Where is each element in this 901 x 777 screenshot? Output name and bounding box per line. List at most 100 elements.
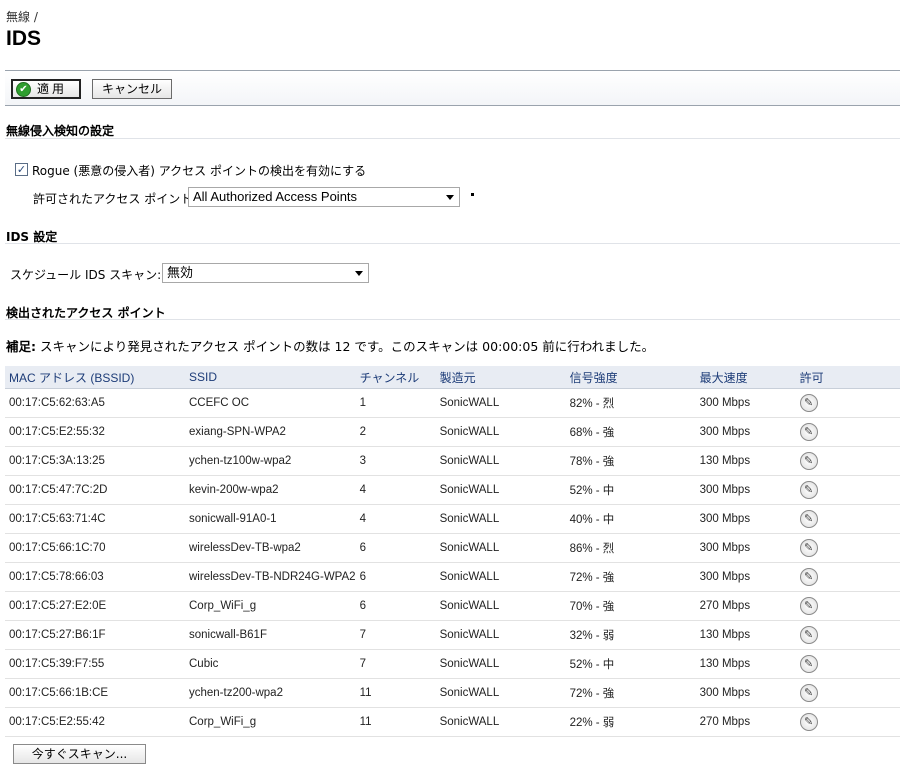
table-row: 00:17:C5:66:1C:70 wirelessDev-TB-wpa2 6 … <box>5 533 900 563</box>
cell-ssid: CCEFC OC <box>185 388 356 418</box>
header-channel[interactable]: チャンネル <box>355 366 436 389</box>
cell-channel: 6 <box>355 591 436 621</box>
cell-mac: 00:17:C5:47:7C:2D <box>5 475 185 505</box>
cell-signal: 82% - 烈 <box>565 388 696 418</box>
schedule-scan-label: スケジュール IDS スキャン: <box>10 268 162 282</box>
cell-speed: 270 Mbps <box>695 707 796 737</box>
schedule-scan-value: 無効 <box>167 265 194 280</box>
cell-speed: 300 Mbps <box>695 417 796 447</box>
edit-pencil-icon[interactable]: ✎ <box>799 510 818 528</box>
table-header-row: MAC アドレス (BSSID) SSID チャンネル 製造元 信号強度 最大速… <box>5 366 900 389</box>
cell-channel: 3 <box>355 446 436 476</box>
cell-ssid: Corp_WiFi_g <box>185 591 356 621</box>
cell-vendor: SonicWALL <box>435 504 566 534</box>
cell-vendor: SonicWALL <box>435 562 566 592</box>
cell-speed: 130 Mbps <box>695 620 796 650</box>
table-row: 00:17:C5:3A:13:25 ychen-tz100w-wpa2 3 So… <box>5 446 900 476</box>
edit-pencil-icon[interactable]: ✎ <box>799 713 818 731</box>
edit-pencil-icon[interactable]: ✎ <box>799 684 818 702</box>
edit-pencil-icon[interactable]: ✎ <box>799 539 818 557</box>
table-row: 00:17:C5:E2:55:32 exiang-SPN-WPA2 2 Soni… <box>5 417 900 447</box>
header-ssid[interactable]: SSID <box>185 366 356 389</box>
cell-ssid: kevin-200w-wpa2 <box>185 475 356 505</box>
tick-mark <box>471 193 474 196</box>
cell-signal: 40% - 中 <box>565 504 696 534</box>
edit-pencil-icon[interactable]: ✎ <box>799 452 818 470</box>
edit-pencil-icon[interactable]: ✎ <box>799 568 818 586</box>
cell-mac: 00:17:C5:62:63:A5 <box>5 388 185 418</box>
rogue-detection-checkbox[interactable]: ✓ <box>15 163 28 176</box>
cell-mac: 00:17:C5:39:F7:55 <box>5 649 185 679</box>
cell-channel: 6 <box>355 562 436 592</box>
cell-signal: 70% - 強 <box>565 591 696 621</box>
rogue-detection-label: Rogue (悪意の侵入者) アクセス ポイントの検出を有効にする <box>32 164 367 178</box>
cell-authorize: ✎ <box>795 504 900 534</box>
cell-authorize: ✎ <box>795 388 900 418</box>
cell-signal: 52% - 中 <box>565 649 696 679</box>
cell-channel: 11 <box>355 707 436 737</box>
table-row: 00:17:C5:63:71:4C sonicwall-91A0-1 4 Son… <box>5 504 900 534</box>
cell-signal: 68% - 強 <box>565 417 696 447</box>
cell-authorize: ✎ <box>795 678 900 708</box>
cell-ssid: sonicwall-B61F <box>185 620 356 650</box>
allowed-ap-value: All Authorized Access Points <box>193 189 358 204</box>
header-signal[interactable]: 信号強度 <box>565 366 696 389</box>
edit-pencil-icon[interactable]: ✎ <box>799 597 818 615</box>
cell-authorize: ✎ <box>795 446 900 476</box>
allowed-ap-label: 許可されたアクセス ポイント: <box>33 192 197 206</box>
table-row: 00:17:C5:39:F7:55 Cubic 7 SonicWALL 52% … <box>5 649 900 679</box>
cell-channel: 4 <box>355 504 436 534</box>
section-title-wireless-ids: 無線侵入検知の設定 <box>6 124 115 138</box>
cell-speed: 300 Mbps <box>695 504 796 534</box>
cell-ssid: sonicwall-91A0-1 <box>185 504 356 534</box>
page-title: IDS <box>6 27 42 50</box>
header-mac[interactable]: MAC アドレス (BSSID) <box>5 366 185 389</box>
schedule-scan-select[interactable]: 無効 <box>162 263 369 283</box>
cell-vendor: SonicWALL <box>435 649 566 679</box>
table-row: 00:17:C5:27:E2:0E Corp_WiFi_g 6 SonicWAL… <box>5 591 900 621</box>
edit-pencil-icon[interactable]: ✎ <box>799 655 818 673</box>
table-row: 00:17:C5:66:1B:CE ychen-tz200-wpa2 11 So… <box>5 678 900 708</box>
cell-mac: 00:17:C5:27:B6:1F <box>5 620 185 650</box>
cell-speed: 300 Mbps <box>695 678 796 708</box>
header-authorize: 許可 <box>795 366 900 389</box>
cell-vendor: SonicWALL <box>435 475 566 505</box>
cell-signal: 72% - 強 <box>565 562 696 592</box>
cell-speed: 300 Mbps <box>695 562 796 592</box>
access-points-table: MAC アドレス (BSSID) SSID チャンネル 製造元 信号強度 最大速… <box>5 366 900 737</box>
dropdown-arrow-icon <box>355 271 363 276</box>
cell-ssid: wirelessDev-TB-wpa2 <box>185 533 356 563</box>
edit-pencil-icon[interactable]: ✎ <box>799 423 818 441</box>
cell-authorize: ✎ <box>795 417 900 447</box>
scan-now-button[interactable]: 今すぐスキャン... <box>13 744 146 764</box>
header-speed[interactable]: 最大速度 <box>695 366 796 389</box>
cell-signal: 22% - 弱 <box>565 707 696 737</box>
cell-vendor: SonicWALL <box>435 417 566 447</box>
toolbar: ✔ 適用 キャンセル <box>5 70 900 106</box>
header-vendor[interactable]: 製造元 <box>435 366 566 389</box>
cell-ssid: Corp_WiFi_g <box>185 707 356 737</box>
table-row: 00:17:C5:47:7C:2D kevin-200w-wpa2 4 Soni… <box>5 475 900 505</box>
breadcrumb: 無線 / <box>6 10 38 24</box>
section-divider <box>5 319 900 320</box>
cell-mac: 00:17:C5:27:E2:0E <box>5 591 185 621</box>
dropdown-arrow-icon <box>446 195 454 200</box>
cell-authorize: ✎ <box>795 620 900 650</box>
cell-mac: 00:17:C5:3A:13:25 <box>5 446 185 476</box>
apply-button[interactable]: ✔ 適用 <box>11 79 81 99</box>
cell-signal: 86% - 烈 <box>565 533 696 563</box>
cancel-button[interactable]: キャンセル <box>92 79 172 99</box>
note-prefix: 補足: <box>6 339 36 354</box>
cell-mac: 00:17:C5:66:1C:70 <box>5 533 185 563</box>
cell-mac: 00:17:C5:78:66:03 <box>5 562 185 592</box>
cell-authorize: ✎ <box>795 562 900 592</box>
edit-pencil-icon[interactable]: ✎ <box>799 481 818 499</box>
cell-ssid: ychen-tz100w-wpa2 <box>185 446 356 476</box>
edit-pencil-icon[interactable]: ✎ <box>799 626 818 644</box>
cell-signal: 32% - 弱 <box>565 620 696 650</box>
cell-mac: 00:17:C5:66:1B:CE <box>5 678 185 708</box>
table-row: 00:17:C5:62:63:A5 CCEFC OC 1 SonicWALL 8… <box>5 388 900 418</box>
allowed-ap-select[interactable]: All Authorized Access Points <box>188 187 460 207</box>
edit-pencil-icon[interactable]: ✎ <box>799 394 818 412</box>
cell-vendor: SonicWALL <box>435 707 566 737</box>
